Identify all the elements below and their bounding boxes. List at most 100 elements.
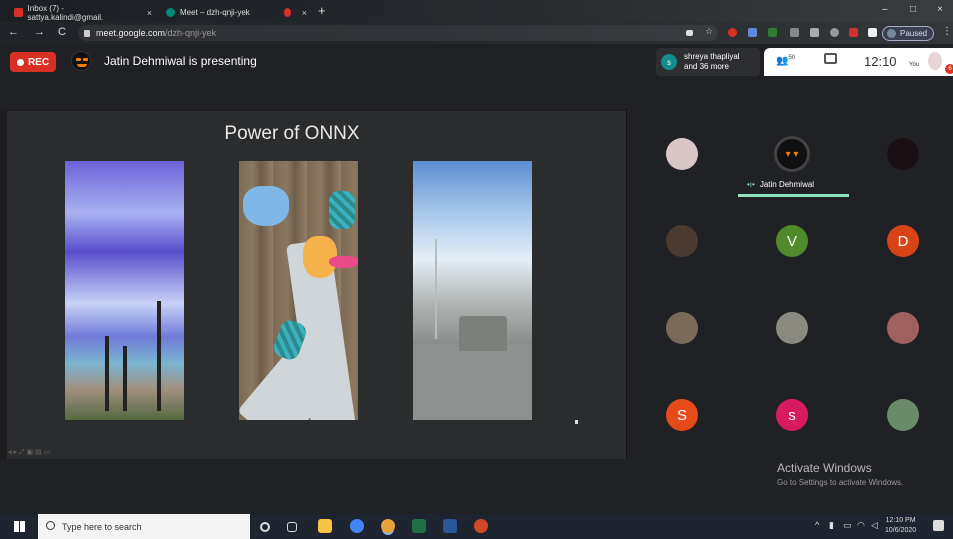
- active-speaker-name: Jatin Dehmiwal: [759, 180, 815, 189]
- close-icon[interactable]: ×: [147, 8, 152, 18]
- slide-toolbar[interactable]: ◂ ▸ ⤢ ▣ ▤ ▭: [8, 448, 50, 457]
- shoe-shape: [329, 191, 355, 229]
- avatar-eye: [76, 58, 81, 61]
- presenter-text: Jatin Dehmiwal is presenting: [104, 54, 257, 68]
- meet-icon: [166, 8, 175, 17]
- task-view-icon[interactable]: [287, 522, 297, 532]
- maximize-button[interactable]: □: [910, 4, 916, 15]
- excel-icon[interactable]: [412, 519, 426, 533]
- participant-tile[interactable]: [666, 225, 698, 257]
- rec-label: REC: [27, 56, 50, 68]
- close-window-button[interactable]: ×: [937, 4, 943, 15]
- participant-tile[interactable]: V: [776, 225, 808, 257]
- chrome-icon[interactable]: [381, 519, 395, 533]
- activate-windows-watermark: Activate Windows Go to Settings to activ…: [777, 461, 903, 487]
- taskbar-search[interactable]: Type here to search: [38, 514, 250, 539]
- participant-tile[interactable]: [887, 399, 919, 431]
- slide-title: Power of ONNX: [224, 123, 360, 144]
- profile-button[interactable]: Paused: [882, 26, 934, 41]
- wifi-icon[interactable]: ◠: [857, 520, 865, 531]
- word-icon[interactable]: [443, 519, 457, 533]
- gmail-icon: [14, 8, 23, 17]
- profile-status: Paused: [900, 29, 928, 38]
- powerpoint-icon[interactable]: [474, 519, 488, 533]
- avatar: [887, 29, 896, 38]
- clock-time: 12:10 PM: [885, 517, 916, 524]
- url-host: meet.google.com: [96, 28, 166, 38]
- participant-tile[interactable]: s: [776, 399, 808, 431]
- people-icon: 👥: [776, 55, 789, 67]
- participant-tile[interactable]: [666, 138, 698, 170]
- back-button[interactable]: ←: [8, 26, 19, 38]
- joined-avatar: s: [661, 54, 677, 70]
- browser-toolbar: ← → C meet.google.com /dzh-qnji-yek ☆ Pa…: [0, 22, 953, 44]
- chat-icon[interactable]: [824, 53, 837, 64]
- presented-slide: Power of ONNX: [7, 111, 626, 459]
- browser-tab-strip: Inbox (7) - sattya.kalindi@gmail. × Meet…: [0, 0, 953, 22]
- car-shape: [459, 316, 507, 356]
- forward-button[interactable]: →: [34, 26, 45, 38]
- participant-tile[interactable]: S: [666, 399, 698, 431]
- tab-title: Meet – dzh-qnji-yek: [180, 8, 250, 17]
- record-icon: [284, 8, 291, 17]
- address-bar[interactable]: meet.google.com /dzh-qnji-yek: [78, 25, 718, 41]
- speaking-indicator: [738, 194, 849, 197]
- close-icon[interactable]: ×: [302, 8, 307, 18]
- windows-start-icon[interactable]: [14, 521, 25, 532]
- road: [413, 351, 532, 420]
- participant-tile[interactable]: [776, 312, 808, 344]
- participant-tile[interactable]: [666, 312, 698, 344]
- search-placeholder: Type here to search: [62, 521, 142, 532]
- extension-icon[interactable]: [849, 28, 858, 37]
- tab-google-meet[interactable]: Meet – dzh-qnji-yek: [160, 3, 272, 22]
- extensions-puzzle-icon[interactable]: [868, 28, 877, 37]
- app-icon[interactable]: [350, 519, 364, 533]
- extension-icon[interactable]: [830, 28, 839, 37]
- street-lamp: [435, 239, 437, 339]
- people-button[interactable]: 👥50: [776, 55, 795, 66]
- reload-button[interactable]: C: [58, 26, 66, 38]
- palm-tree: [157, 301, 161, 411]
- meeting-clock: 12:10: [864, 54, 897, 69]
- presenter-avatar: [71, 51, 91, 71]
- battery-icon[interactable]: ▭: [843, 520, 852, 531]
- notification-badge: 6: [945, 64, 953, 74]
- palm-tree: [123, 346, 127, 411]
- foot-sticker: [243, 186, 289, 226]
- lock-icon: [84, 29, 90, 37]
- participant-tile[interactable]: [887, 312, 919, 344]
- new-tab-button[interactable]: +: [318, 3, 326, 18]
- avatar-mouth: [77, 64, 87, 67]
- camera-icon[interactable]: [686, 30, 693, 36]
- extension-icon[interactable]: [810, 28, 819, 37]
- file-explorer-icon[interactable]: [318, 519, 332, 533]
- recording-badge: REC: [10, 52, 56, 72]
- tray-app-icon[interactable]: ▮: [829, 520, 834, 531]
- tab-gmail-inbox[interactable]: Inbox (7) - sattya.kalindi@gmail. ×: [8, 3, 158, 22]
- extension-icon[interactable]: [768, 28, 777, 37]
- active-speaker-label: •ı• Jatin Dehmiwal: [747, 180, 814, 189]
- participant-tile[interactable]: D: [887, 225, 919, 257]
- minimize-button[interactable]: –: [882, 4, 888, 15]
- palm-tree: [105, 336, 109, 411]
- action-center-icon[interactable]: [933, 520, 944, 531]
- wave-sticker: [329, 256, 358, 268]
- avatar-eye: [83, 58, 88, 61]
- slide-image-feet-stickers: [239, 161, 358, 420]
- participant-tile-active-speaker[interactable]: ▾ ▾: [774, 136, 810, 172]
- joined-line2: and 36 more: [684, 62, 729, 71]
- extension-icon[interactable]: [790, 28, 799, 37]
- menu-icon[interactable]: ⋮: [942, 26, 952, 37]
- participant-tile[interactable]: [887, 138, 919, 170]
- extension-icon[interactable]: [728, 28, 737, 37]
- volume-icon[interactable]: ◁: [871, 520, 878, 531]
- star-icon[interactable]: ☆: [705, 26, 713, 37]
- tab-recording[interactable]: ×: [278, 3, 313, 22]
- clock-date: 10/6/2020: [885, 527, 917, 534]
- extension-icon[interactable]: [748, 28, 757, 37]
- self-avatar[interactable]: [928, 52, 942, 70]
- tray-chevron-icon[interactable]: ^: [815, 520, 819, 530]
- audio-level-icon: •ı•: [747, 180, 755, 189]
- cortana-icon[interactable]: [260, 522, 270, 532]
- system-clock[interactable]: 12:10 PM 10/6/2020: [885, 516, 916, 536]
